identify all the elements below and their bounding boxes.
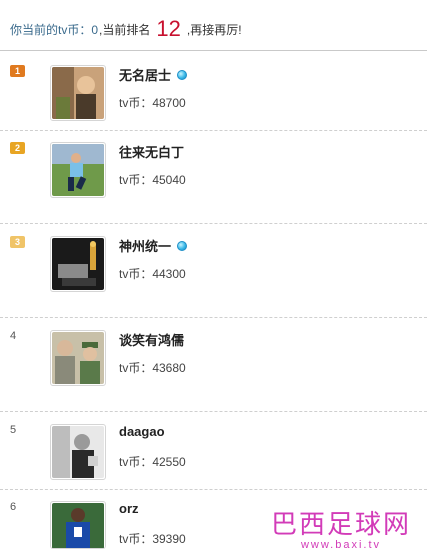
coin-status-line: 你当前的tv币： 0 ,当前排名 12 ,再接再厉! [10,17,242,41]
avatar-image [52,503,104,548]
site-watermark: 巴西足球网 www.baxi.tv [271,504,411,551]
encouragement-text: ,再接再厉! [186,23,242,37]
leaderboard-row: 3 神州统一 tv币：44300 [0,236,427,318]
row-divider [0,222,427,224]
rank-badge-gold: 1 [10,65,25,77]
username-text[interactable]: 往来无白丁 [119,142,184,161]
avatar-image [52,332,104,384]
username[interactable]: 谈笑有鸿儒 [119,330,184,349]
username-text[interactable]: daagao [119,424,165,439]
coin-count: tv币：42550 [119,455,186,469]
rank-number: 6 [10,501,17,513]
rank-value: 12 [156,16,181,41]
header-divider [0,50,427,51]
row-divider [0,410,427,412]
leaderboard-row: 1 无名居士 tv币：48700 [0,65,427,131]
avatar-image [52,67,104,119]
user-avatar[interactable] [50,330,106,386]
row-divider [0,316,427,318]
avatar-image [52,144,104,196]
username[interactable]: 无名居士 [119,65,188,84]
username[interactable]: 往来无白丁 [119,142,184,161]
vip-icon [177,240,188,251]
rank-badge-bronze: 3 [10,236,25,248]
rank-number: 4 [10,330,17,342]
username[interactable]: orz [119,501,139,516]
username[interactable]: 神州统一 [119,236,188,255]
vip-icon [177,69,188,80]
watermark-title: 巴西足球网 [270,510,411,540]
rank-label: ,当前排名 [99,23,151,37]
username-text[interactable]: orz [119,501,139,516]
coin-count: tv币：48700 [119,96,186,110]
username-text[interactable]: 谈笑有鸿儒 [119,330,184,349]
coin-count: tv币：43680 [119,361,186,375]
user-avatar[interactable] [50,65,106,121]
username[interactable]: daagao [119,424,165,439]
username-text[interactable]: 神州统一 [119,236,171,255]
coin-label: 你当前的tv币： [10,23,92,37]
rank-number: 5 [10,424,17,436]
username-text[interactable]: 无名居士 [119,65,171,84]
user-avatar[interactable] [50,424,106,480]
user-avatar[interactable] [50,236,106,292]
coin-count: tv币：39390 [119,532,186,546]
row-divider [0,488,427,490]
user-avatar[interactable] [50,142,106,198]
leaderboard-row: 4 谈笑有鸿儒 tv币：43680 [0,330,427,412]
user-avatar[interactable] [50,501,106,549]
avatar-image [52,426,104,478]
avatar-image [52,238,104,290]
leaderboard-row: 5 daagao tv币：42550 [0,424,427,494]
row-divider [0,129,427,131]
coin-count: tv币：45040 [119,173,186,187]
rank-badge-silver: 2 [10,142,25,154]
leaderboard-row: 2 往来无白丁 tv币：45040 [0,142,427,224]
coin-value: 0 [91,23,99,37]
coin-count: tv币：44300 [119,267,186,281]
